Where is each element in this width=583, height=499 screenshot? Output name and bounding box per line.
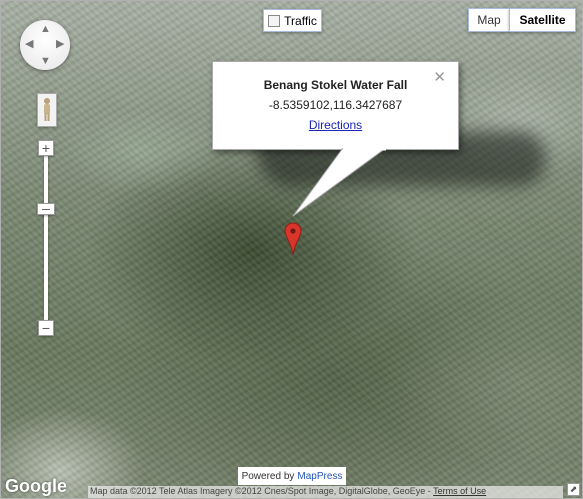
expand-icon[interactable]: ⬈ — [567, 483, 580, 496]
plus-icon[interactable]: + — [38, 140, 54, 156]
pegman-icon[interactable] — [37, 93, 57, 127]
powered-by-bar: Powered by MapPress — [238, 467, 346, 485]
powered-by-label: Powered by — [241, 470, 295, 482]
place-title: Benang Stokel Water Fall — [263, 78, 408, 92]
zoom-slider-handle[interactable] — [37, 203, 55, 215]
directions-link[interactable]: Directions — [309, 118, 362, 132]
place-coordinates: -8.5359102,116.3427687 — [268, 98, 403, 112]
zoom-slider-track[interactable] — [44, 153, 48, 321]
traffic-label: Traffic — [284, 13, 317, 28]
info-window: ✕ Benang Stokel Water Fall -8.5359102,11… — [212, 61, 459, 150]
map-type-satellite-button[interactable]: Satellite — [509, 8, 576, 32]
close-icon[interactable]: ✕ — [433, 68, 446, 86]
pan-control-icon[interactable]: ▲ ▼ ◀ ▶ — [20, 20, 70, 70]
traffic-toggle[interactable]: Traffic — [263, 9, 322, 32]
map-type-map-button[interactable]: Map — [468, 8, 510, 32]
traffic-checkbox[interactable] — [268, 14, 281, 27]
google-logo[interactable]: Google — [5, 476, 67, 497]
mappress-link[interactable]: MapPress — [297, 471, 342, 482]
info-window-tail — [292, 148, 387, 217]
minus-icon[interactable]: − — [38, 320, 54, 336]
map-marker-icon[interactable] — [284, 222, 302, 256]
map-attribution: Map data ©2012 Tele Atlas Imagery ©2012 … — [88, 486, 563, 498]
terms-of-use-link[interactable]: Terms of Use — [433, 486, 486, 496]
satellite-map[interactable]: Traffic Map Satellite ▲ ▼ ◀ ▶ + − ✕ Bena… — [0, 0, 583, 499]
pan-right-icon[interactable]: ▶ — [56, 39, 64, 50]
attribution-text: Map data ©2012 Tele Atlas Imagery ©2012 … — [90, 486, 431, 496]
pan-up-icon[interactable]: ▲ — [40, 24, 51, 35]
pan-left-icon[interactable]: ◀ — [25, 39, 33, 50]
pan-down-icon[interactable]: ▼ — [40, 56, 51, 67]
